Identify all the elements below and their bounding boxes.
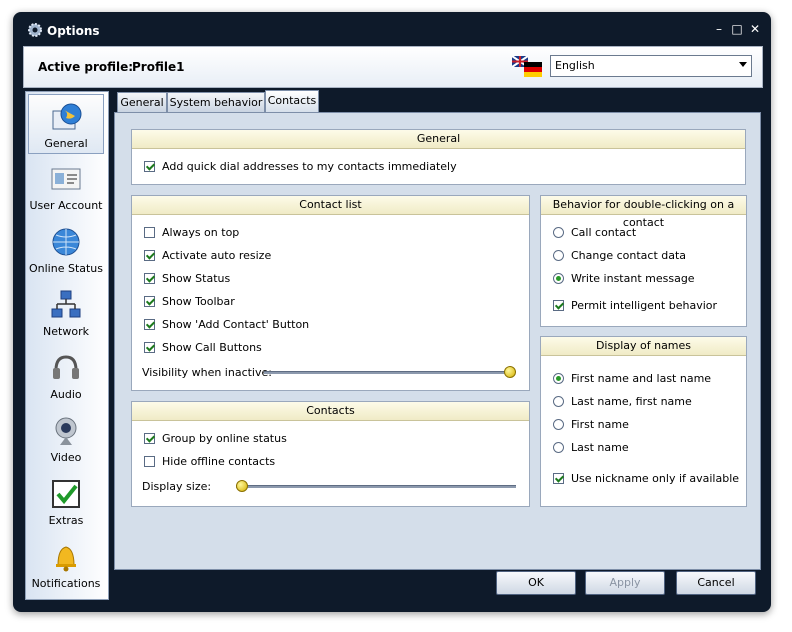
sidebar-item-general[interactable]: General: [28, 94, 104, 154]
radio[interactable]: [553, 442, 564, 453]
sidebar-item-label: Extras: [48, 514, 84, 527]
checklist-icon: [52, 480, 80, 508]
sidebar-item-label: Audio: [50, 388, 82, 401]
sidebar-item-notifications[interactable]: Notifications: [28, 535, 104, 595]
profile-label: Active profile:: [38, 60, 134, 74]
profile-bar: Active profile: Profile1 English: [23, 46, 763, 88]
contacts-panel: Contacts Group by online status Hide off…: [131, 401, 530, 507]
checkbox[interactable]: [144, 319, 155, 330]
checkbox-label: Add quick dial addresses to my contacts …: [162, 160, 457, 173]
checkbox[interactable]: [144, 296, 155, 307]
radio[interactable]: [553, 273, 564, 284]
tab-contacts[interactable]: Contacts: [265, 90, 319, 113]
sidebar: General User Account Online Status Netwo…: [25, 91, 109, 600]
language-select[interactable]: English: [550, 55, 752, 77]
radio[interactable]: [553, 396, 564, 407]
checkbox-label: Hide offline contacts: [162, 455, 276, 468]
radio-label: Call contact: [571, 226, 637, 239]
sidebar-item-label: User Account: [29, 199, 103, 212]
checkbox-label: Use nickname only if available: [571, 472, 740, 485]
checkbox[interactable]: [553, 473, 564, 484]
sidebar-item-label: Notifications: [31, 577, 101, 590]
sidebar-item-user-account[interactable]: User Account: [28, 157, 104, 217]
sidebar-item-online-status[interactable]: Online Status: [28, 220, 104, 280]
checkbox[interactable]: [144, 433, 155, 444]
display-size-slider[interactable]: [236, 485, 516, 488]
ok-button[interactable]: OK: [496, 571, 576, 595]
checkbox-label: Activate auto resize: [162, 249, 272, 262]
checkbox[interactable]: [144, 456, 155, 467]
cancel-button[interactable]: Cancel: [676, 571, 756, 595]
title-bar[interactable]: Options – □ ✕: [13, 12, 771, 46]
radio-label: Last name, first name: [571, 395, 692, 408]
radio-label: Last name: [571, 441, 629, 454]
apply-button[interactable]: Apply: [585, 571, 665, 595]
gear-icon: [28, 23, 42, 37]
checkbox-label: Show Toolbar: [162, 295, 235, 308]
sidebar-item-network[interactable]: Network: [28, 283, 104, 343]
checkbox-label: Permit intelligent behavior: [571, 299, 718, 312]
general-panel: General Add quick dial addresses to my c…: [131, 129, 746, 185]
display-names-panel: Display of names First name and last nam…: [540, 336, 747, 507]
visibility-label: Visibility when inactive:: [142, 366, 272, 379]
panel-title: General: [132, 130, 745, 149]
panel-title: Display of names: [541, 337, 746, 356]
checkbox[interactable]: [144, 342, 155, 353]
checkbox[interactable]: [144, 227, 155, 238]
chevron-down-icon[interactable]: [739, 62, 747, 67]
radio[interactable]: [553, 373, 564, 384]
id-card-icon: [51, 168, 81, 190]
double-click-panel: Behavior for double-clicking on a contac…: [540, 195, 747, 327]
globe-window-icon: [52, 103, 82, 130]
language-value: English: [555, 59, 595, 72]
checkbox-label: Show 'Add Contact' Button: [162, 318, 310, 331]
bell-icon: [56, 546, 76, 572]
checkbox-label: Show Call Buttons: [162, 341, 262, 354]
panel-title: Contact list: [132, 196, 529, 215]
flag-icon: [512, 56, 542, 77]
sidebar-item-label: Video: [50, 451, 82, 464]
sidebar-item-extras[interactable]: Extras: [28, 472, 104, 532]
maximize-icon[interactable]: □: [729, 21, 745, 37]
globe-icon: [52, 228, 80, 256]
visibility-slider-thumb[interactable]: [504, 366, 516, 378]
webcam-icon: [55, 417, 77, 445]
close-icon[interactable]: ✕: [747, 21, 763, 37]
checkbox[interactable]: [553, 300, 564, 311]
contact-list-panel: Contact list Always on top Activate auto…: [131, 195, 530, 391]
contacts-tab-content: General Add quick dial addresses to my c…: [114, 112, 761, 570]
checkbox-label: Show Status: [162, 272, 231, 285]
radio[interactable]: [553, 419, 564, 430]
tab-general[interactable]: General: [117, 92, 167, 113]
sidebar-item-label: Network: [43, 325, 89, 338]
sidebar-item-video[interactable]: Video: [28, 409, 104, 469]
sidebar-item-label: Online Status: [28, 262, 104, 275]
sidebar-item-label: General: [44, 137, 88, 150]
options-window: Options – □ ✕ Active profile: Profile1 E…: [13, 12, 771, 612]
sidebar-item-audio[interactable]: Audio: [28, 346, 104, 406]
panel-title: Behavior for double-clicking on a contac…: [541, 196, 746, 229]
radio[interactable]: [553, 250, 564, 261]
radio-label: First name and last name: [571, 372, 712, 385]
checkbox[interactable]: [144, 273, 155, 284]
display-size-label: Display size:: [142, 480, 212, 493]
checkbox-label: Group by online status: [162, 432, 287, 445]
profile-name: Profile1: [132, 60, 185, 74]
radio[interactable]: [553, 227, 564, 238]
network-icon: [51, 290, 81, 318]
minimize-icon[interactable]: –: [711, 21, 727, 37]
radio-label: First name: [571, 418, 629, 431]
headset-icon: [53, 355, 79, 379]
checkbox[interactable]: [144, 161, 155, 172]
visibility-slider[interactable]: [264, 371, 514, 374]
radio-label: Write instant message: [571, 272, 695, 285]
radio-label: Change contact data: [571, 249, 687, 262]
display-size-slider-thumb[interactable]: [236, 480, 248, 492]
tab-system-behavior[interactable]: System behavior: [167, 92, 265, 113]
checkbox-label: Always on top: [162, 226, 240, 239]
panel-title: Contacts: [132, 402, 529, 421]
window-title: Options: [47, 24, 100, 38]
checkbox[interactable]: [144, 250, 155, 261]
